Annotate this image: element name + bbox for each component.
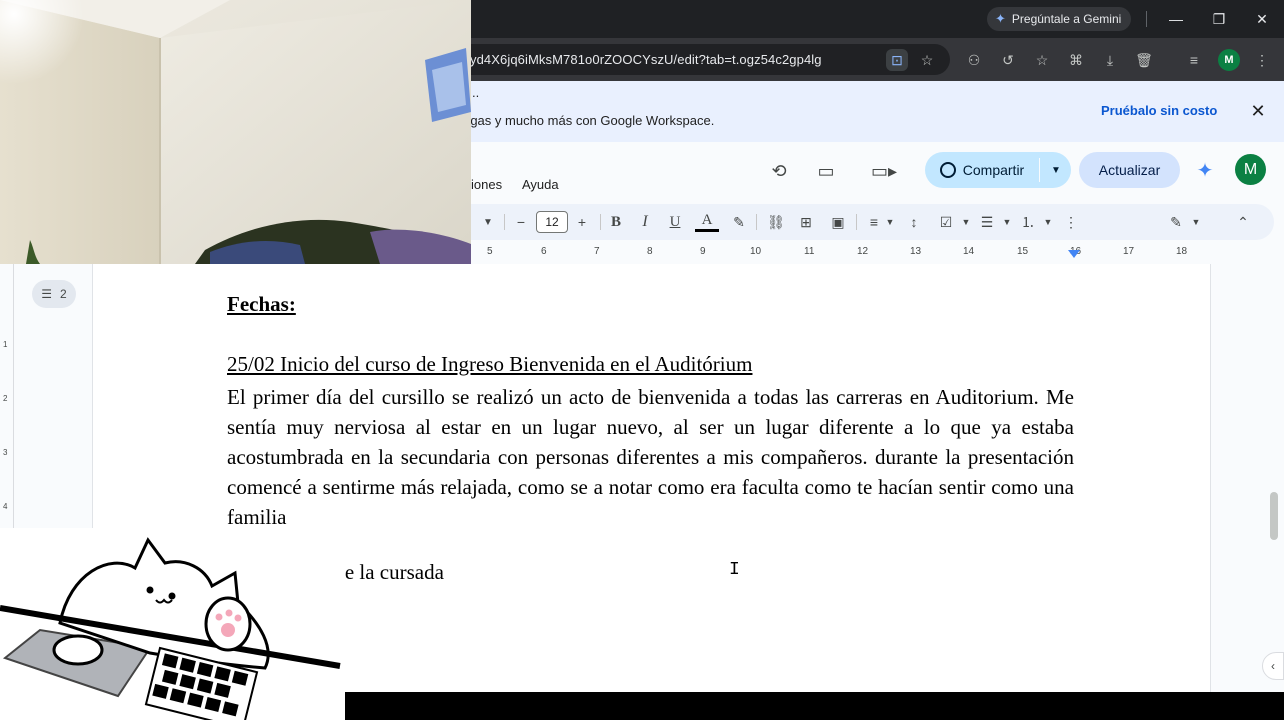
font-size-input[interactable]: 12 — [536, 211, 568, 233]
ruler-label: 13 — [910, 246, 922, 257]
share-label: Compartir — [962, 162, 1025, 178]
bottom-black-strip — [340, 692, 1284, 720]
date-entry-line[interactable]: 25/02 Inicio del curso de Ingreso Bienve… — [227, 352, 1074, 377]
toolbar-divider — [600, 214, 601, 230]
ruler-label: 10 — [750, 246, 762, 257]
toolbar-divider — [756, 214, 757, 230]
collapse-menus-icon[interactable]: ⌃ — [1231, 210, 1255, 234]
right-indent-marker[interactable] — [1068, 250, 1080, 258]
menu-item-extensions[interactable]: iones — [471, 177, 502, 192]
decrease-font-icon[interactable]: − — [509, 210, 533, 234]
meet-video-icon[interactable]: ▭▸ — [864, 158, 904, 184]
editing-mode-dropdown-icon[interactable]: ▼ — [1184, 210, 1208, 234]
gemini-spark-icon: ✦ — [995, 11, 1006, 26]
url-text[interactable]: yd4X6jq6iMksM781o0rZOOCYszU/edit?tab=t.o… — [470, 52, 822, 67]
toolbar-divider — [856, 214, 857, 230]
share-dropdown-icon[interactable]: ▼ — [1043, 152, 1069, 188]
ruler-label: 18 — [1176, 246, 1188, 257]
window-controls-divider — [1146, 11, 1147, 27]
add-comment-icon[interactable]: ⊞ — [794, 210, 818, 234]
ask-gemini-label: Pregúntale a Gemini — [1011, 12, 1122, 26]
underline-icon[interactable]: U — [663, 210, 687, 234]
vertical-scrollbar-thumb[interactable] — [1270, 492, 1278, 540]
gemini-icon[interactable]: ✦ — [1193, 158, 1217, 182]
side-panel-toggle-icon[interactable]: ‹ — [1262, 652, 1284, 680]
ask-gemini-button[interactable]: ✦ Pregúntale a Gemini — [987, 7, 1132, 31]
ruler-label: 17 — [1123, 246, 1135, 257]
update-button[interactable]: Actualizar — [1079, 152, 1180, 188]
history-extension-icon[interactable]: ↺ — [997, 49, 1019, 71]
increase-font-icon[interactable]: + — [570, 210, 594, 234]
globe-icon — [939, 162, 956, 178]
vertical-ruler-label: 2 — [3, 394, 8, 403]
ruler-label: 7 — [594, 246, 600, 257]
ruler-label: 6 — [541, 246, 547, 257]
ruler-label: 11 — [804, 246, 815, 257]
close-window-icon[interactable]: ✕ — [1249, 6, 1275, 32]
ruler-label: 5 — [487, 246, 493, 257]
banner-text: rgas y mucho más con Google Workspace. — [466, 113, 715, 128]
font-dropdown-caret-icon[interactable]: ▼ — [476, 210, 500, 234]
minimize-icon[interactable]: — — [1163, 6, 1189, 32]
highlight-icon[interactable]: ✎ — [727, 210, 751, 234]
insert-link-icon[interactable]: ⛓ — [764, 210, 788, 234]
text-cursor-icon: I — [729, 560, 740, 580]
account-avatar[interactable]: M — [1235, 154, 1266, 185]
comments-icon[interactable]: ▭ — [813, 158, 839, 184]
browser-menu-icon[interactable]: ⋮ — [1251, 49, 1273, 71]
ruler-label: 9 — [700, 246, 706, 257]
align-dropdown-icon[interactable]: ▼ — [878, 210, 902, 234]
share-main[interactable]: Compartir — [925, 152, 1039, 188]
ruler-label: 8 — [647, 246, 653, 257]
version-history-icon[interactable]: ⟲ — [766, 158, 792, 184]
webcam-feed-image — [0, 0, 471, 264]
incognito-extension-icon[interactable]: ⚇ — [963, 49, 985, 71]
vertical-ruler-label: 3 — [3, 448, 8, 457]
insert-image-icon[interactable]: ▣ — [826, 210, 850, 234]
italic-icon[interactable]: I — [633, 210, 657, 234]
numbered-list-dropdown-icon[interactable]: ▼ — [1036, 210, 1060, 234]
omnibox[interactable]: yd4X6jq6iMksM781o0rZOOCYszU/edit?tab=t.o… — [440, 44, 950, 75]
ruler-label: 12 — [857, 246, 869, 257]
document-paragraph[interactable]: El primer día del cursillo se realizó un… — [227, 382, 1074, 532]
browser-profile-avatar[interactable]: M — [1218, 49, 1240, 71]
ruler-label: 14 — [963, 246, 975, 257]
media-queue-icon[interactable]: ≡ — [1183, 49, 1205, 71]
star-extension-icon[interactable]: ☆ — [1031, 49, 1053, 71]
vertical-ruler-label: 1 — [3, 340, 8, 349]
vertical-ruler-label: 4 — [3, 502, 8, 511]
bongo-cat-overlay — [0, 528, 345, 720]
trash-icon[interactable]: 🗑 — [1133, 49, 1155, 71]
translate-icon[interactable]: ⌘ — [1065, 49, 1087, 71]
toolbar-divider — [504, 214, 505, 230]
share-divider — [1039, 158, 1040, 182]
bold-icon[interactable]: B — [604, 210, 628, 234]
more-options-icon[interactable]: ⋮ — [1059, 210, 1083, 234]
share-button[interactable]: Compartir ▼ — [925, 152, 1071, 188]
ruler-label: 15 — [1017, 246, 1029, 257]
document-outline-button[interactable]: ☰ 2 — [32, 280, 76, 308]
download-icon[interactable]: ⤓ — [1099, 49, 1121, 71]
outline-list-icon: ☰ — [41, 287, 53, 301]
line-spacing-icon[interactable]: ↕ — [902, 210, 926, 234]
document-heading[interactable]: Fechas: — [227, 292, 1074, 317]
bookmark-star-icon[interactable]: ☆ — [916, 49, 938, 71]
menu-item-help[interactable]: Ayuda — [522, 177, 559, 192]
outline-count: 2 — [60, 287, 67, 301]
text-color-icon[interactable]: A — [695, 212, 719, 232]
close-icon[interactable]: ✕ — [1247, 100, 1269, 122]
restore-icon[interactable]: ❐ — [1206, 6, 1232, 32]
date-entry-line[interactable]: 20/03 Inicio de la cursada — [227, 560, 1074, 585]
webcam-overlay — [0, 0, 471, 264]
banner-title: .. — [472, 85, 480, 100]
google-lens-icon[interactable]: ⊡ — [886, 49, 908, 71]
try-free-link[interactable]: Pruébalo sin costo — [1101, 103, 1217, 118]
bongo-cat-image — [0, 528, 345, 720]
